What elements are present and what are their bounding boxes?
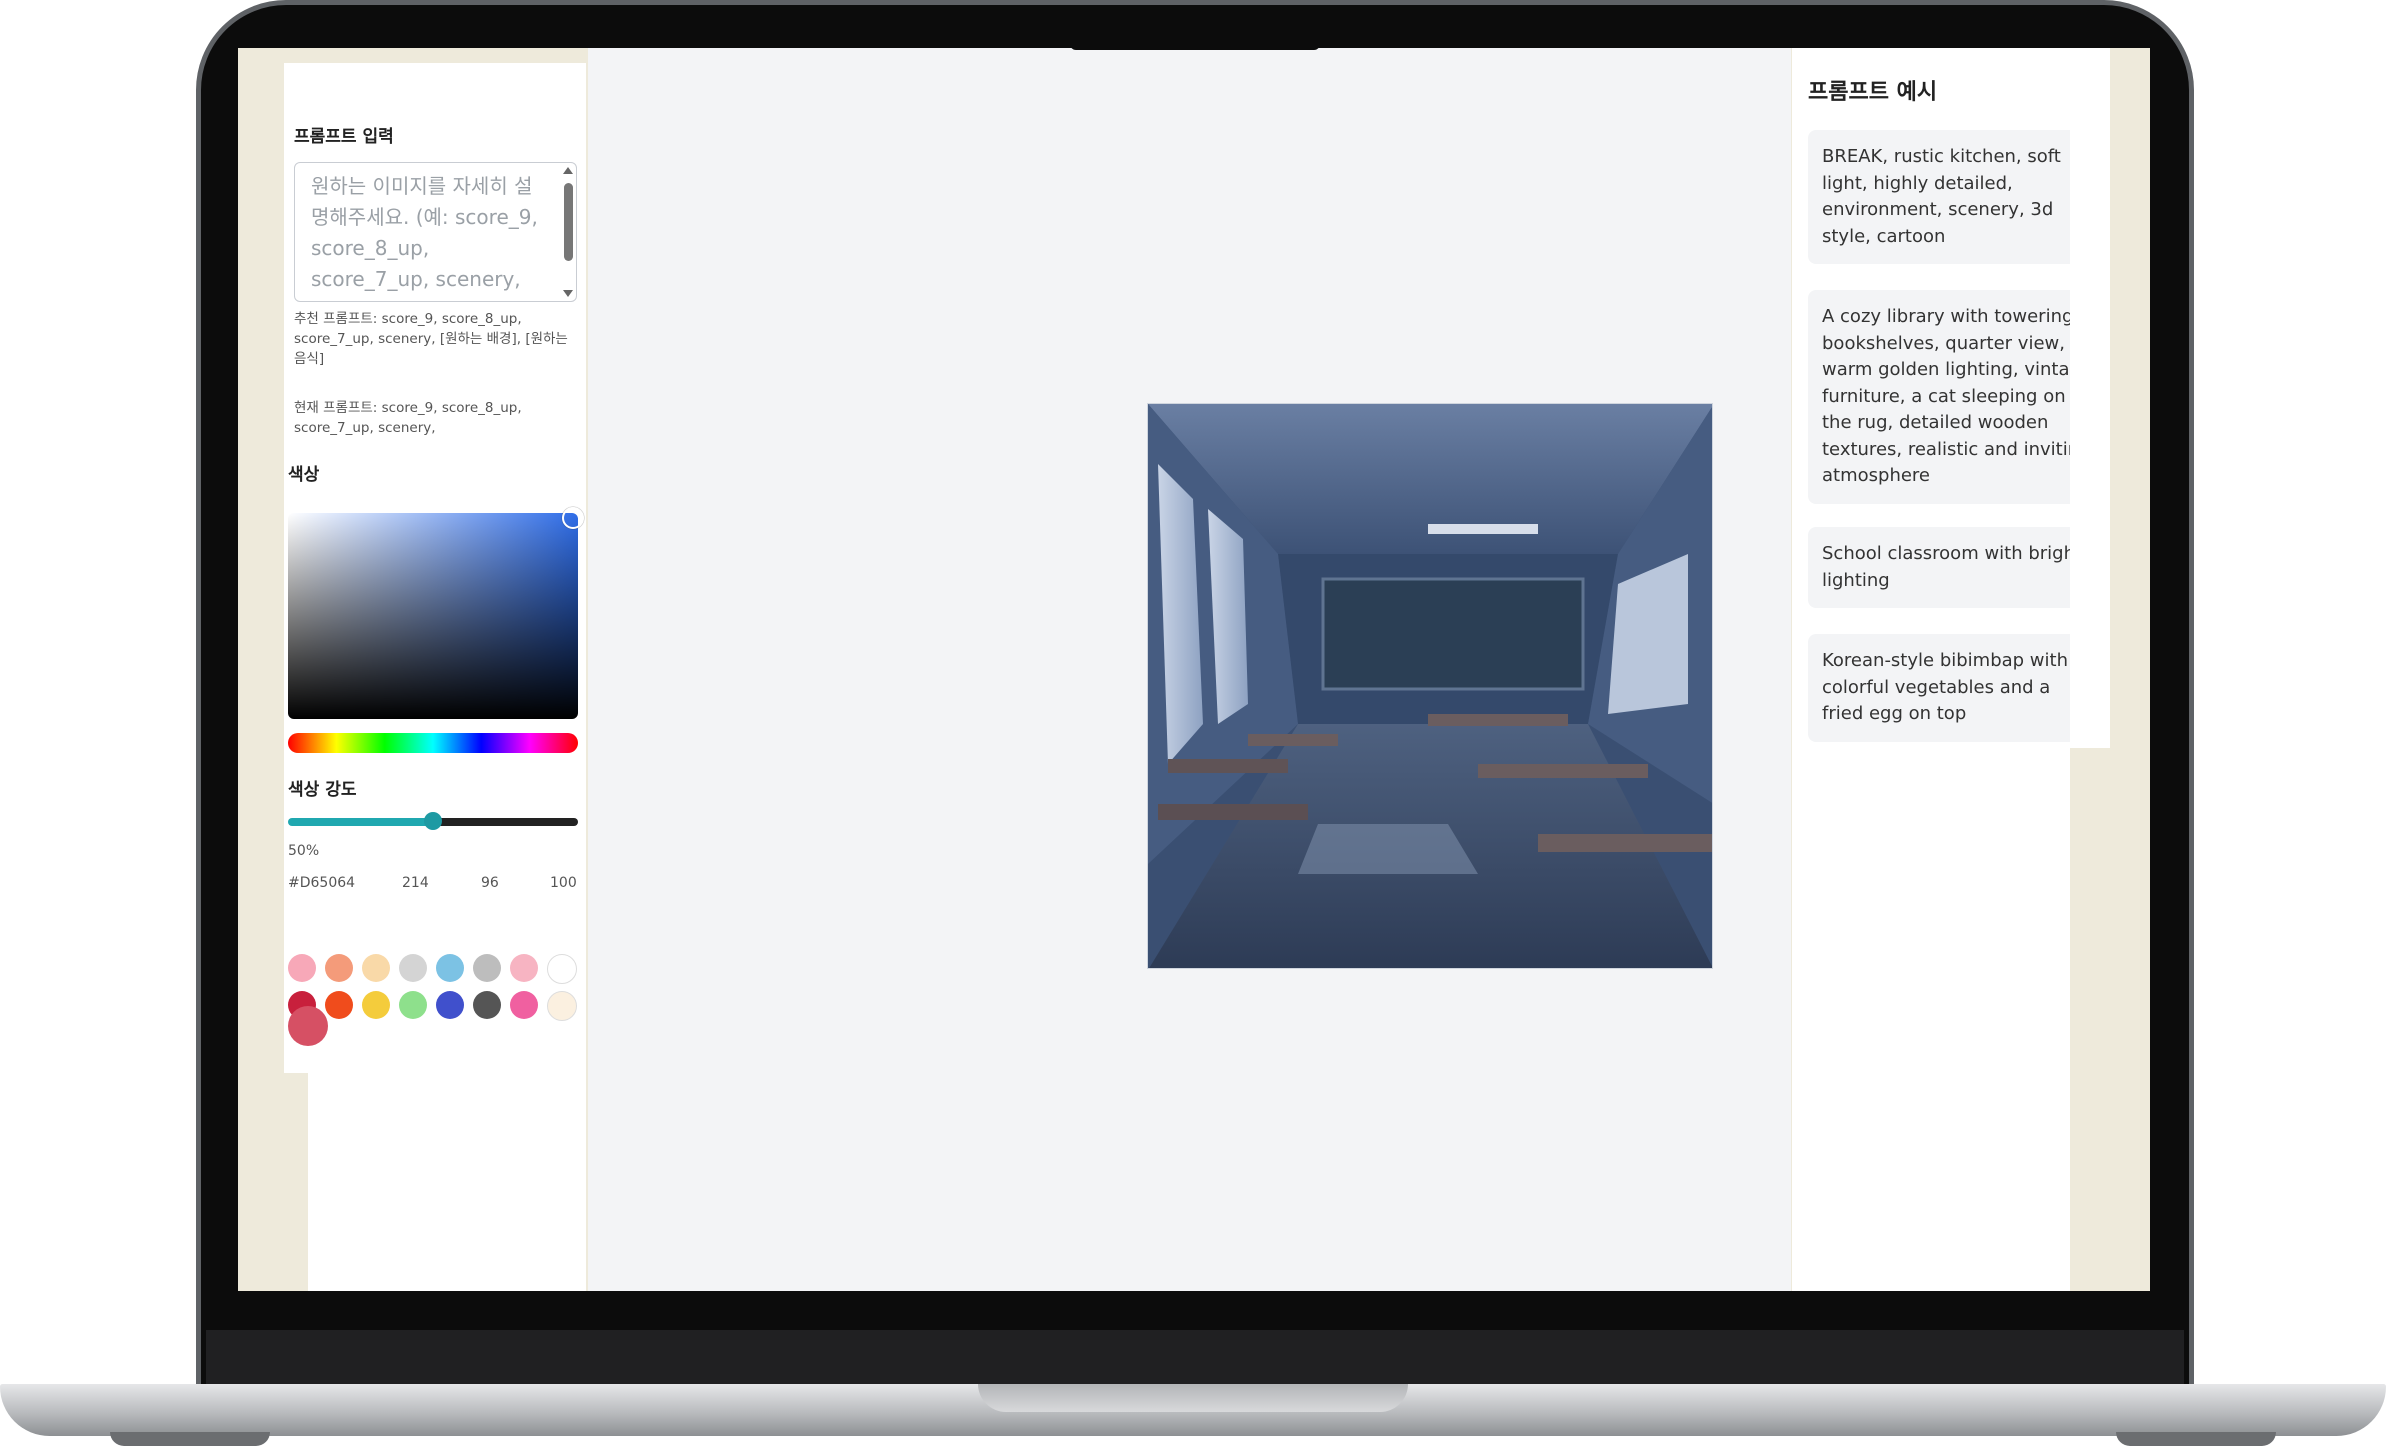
- intensity-slider-knob[interactable]: [424, 812, 442, 830]
- screen-margin: [2070, 48, 2150, 1291]
- color-swatch[interactable]: [325, 991, 353, 1019]
- laptop-foot-left: [110, 1432, 270, 1446]
- intensity-value: 50%: [288, 843, 320, 859]
- camera-notch: [1070, 44, 1320, 50]
- color-swatch[interactable]: [362, 954, 390, 982]
- color-swatch[interactable]: [547, 991, 577, 1021]
- example-card-1[interactable]: BREAK, rustic kitchen, soft light, highl…: [1808, 130, 2106, 264]
- laptop-foot-right: [2116, 1432, 2276, 1446]
- color-swatch[interactable]: [510, 954, 538, 982]
- prompt-examples-title: 프롬프트 예시: [1808, 80, 1938, 105]
- blue-value: 100: [550, 875, 577, 891]
- current-prompt-text: 현재 프롬프트: score_9, score_8_up, score_7_up…: [294, 400, 522, 436]
- laptop-hinge: [206, 1330, 2184, 1386]
- panel-edge: [284, 1073, 308, 1291]
- prompt-input-label: 프롬프트 입력: [294, 127, 394, 147]
- hex-value: #D65064: [288, 875, 356, 891]
- color-swatch[interactable]: [288, 954, 316, 982]
- recommended-prompt-text: 추천 프롬프트: score_9, score_8_up, score_7_up…: [294, 311, 568, 367]
- prompt-examples-panel: 프롬프트 예시 BREAK, rustic kitchen, soft ligh…: [1792, 48, 2106, 1291]
- prompt-placeholder: 원하는 이미지를 자세히 설명해주세요. (예: score_9, score_…: [311, 174, 538, 301]
- example-card-3[interactable]: School classroom with bright lighting: [1808, 527, 2106, 608]
- color-swatch[interactable]: [399, 954, 427, 982]
- color-swatch[interactable]: [473, 954, 501, 982]
- scroll-up-icon[interactable]: [563, 167, 573, 174]
- generated-image: [1147, 403, 1713, 969]
- color-swatch[interactable]: [436, 954, 464, 982]
- image-preview-area: [588, 48, 1791, 1291]
- color-label: 색상: [288, 465, 320, 485]
- color-intensity-slider[interactable]: [288, 812, 578, 830]
- left-control-panel: 프롬프트 입력 원하는 이미지를 자세히 설명해주세요. (예: score_9…: [284, 63, 586, 1291]
- hue-slider[interactable]: [288, 733, 578, 753]
- red-value: 214: [402, 875, 429, 891]
- current-color-preview: [288, 1006, 328, 1046]
- prompt-textarea[interactable]: 원하는 이미지를 자세히 설명해주세요. (예: score_9, score_…: [294, 162, 577, 302]
- color-swatch[interactable]: [473, 991, 501, 1019]
- example-card-2[interactable]: A cozy library with towering bookshelves…: [1808, 290, 2106, 504]
- color-picker-handle[interactable]: [562, 507, 584, 529]
- laptop-screen: 프롬프트 입력 원하는 이미지를 자세히 설명해주세요. (예: score_9…: [238, 48, 2150, 1291]
- color-swatch[interactable]: [362, 991, 390, 1019]
- laptop-notch: [978, 1384, 1408, 1412]
- color-swatch[interactable]: [325, 954, 353, 982]
- color-intensity-label: 색상 강도: [288, 780, 357, 800]
- textarea-scrollbar[interactable]: [564, 183, 573, 261]
- color-swatch[interactable]: [436, 991, 464, 1019]
- color-saturation-picker[interactable]: [288, 507, 584, 719]
- color-swatch[interactable]: [399, 991, 427, 1019]
- example-card-4[interactable]: Korean-style bibimbap with colorful vege…: [1808, 634, 2106, 742]
- green-value: 96: [481, 875, 499, 891]
- color-swatch[interactable]: [547, 954, 577, 984]
- scroll-down-icon[interactable]: [563, 290, 573, 297]
- color-swatch[interactable]: [510, 991, 538, 1019]
